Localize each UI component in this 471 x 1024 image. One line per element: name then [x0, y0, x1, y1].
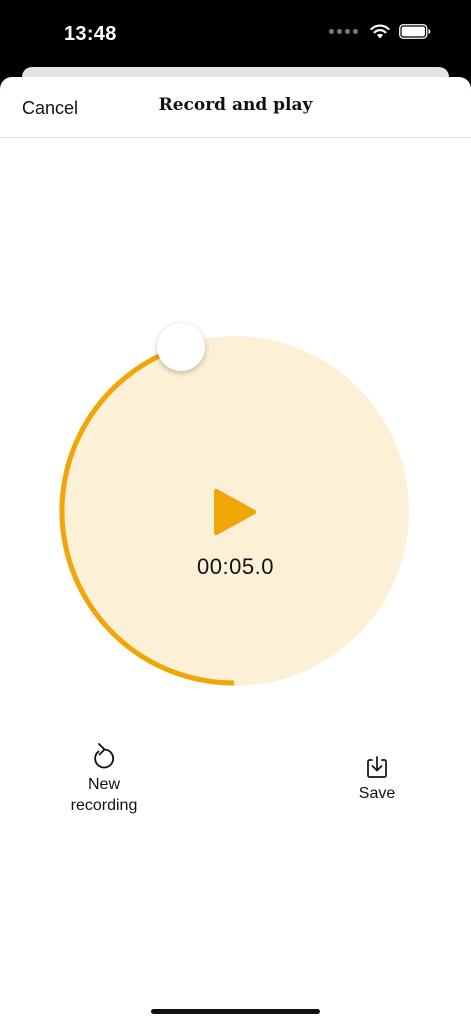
home-indicator: [151, 1009, 320, 1014]
scrub-handle[interactable]: [156, 323, 205, 372]
play-icon: [214, 488, 257, 536]
page-title: Record and play: [158, 95, 313, 115]
save-button[interactable]: Save: [337, 755, 417, 804]
save-label: Save: [358, 785, 396, 802]
status-bar: 13:48: [0, 0, 471, 70]
status-time: 13:48: [64, 23, 117, 45]
rotate-ccw-icon: [94, 743, 115, 769]
battery-icon: [399, 24, 431, 39]
player-dial: 00:05.0: [0, 317, 471, 717]
new-recording-button[interactable]: New recording: [54, 742, 154, 816]
elapsed-time: 00:05.0: [197, 554, 274, 579]
record-sheet: Cancel Record and play 00:05.0 New recor…: [0, 77, 471, 1024]
wifi-icon: [370, 24, 390, 39]
signal-dots-icon: [329, 29, 358, 34]
nav-bar: Cancel Record and play: [0, 77, 471, 138]
download-tray-icon: [367, 756, 387, 778]
play-button[interactable]: [203, 482, 263, 542]
new-recording-label-line2: recording: [70, 797, 138, 814]
new-recording-label-line1: New: [87, 776, 120, 793]
status-icons: [329, 24, 431, 39]
